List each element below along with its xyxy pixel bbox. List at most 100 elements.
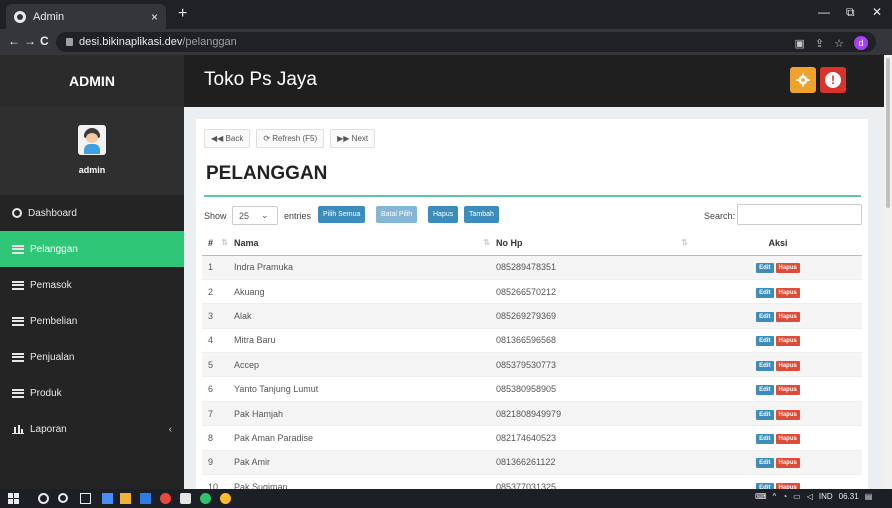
edit-button[interactable]: Edit (756, 287, 774, 298)
keyboard-icon[interactable]: ⌨ (755, 492, 767, 501)
sidebar-item-pembelian[interactable]: Pembelian (0, 303, 184, 339)
table-row: 6 Yanto Tanjung Lumut 085380958905 Edit Hapu… (202, 376, 862, 402)
delete-button[interactable]: Hapus (775, 409, 800, 420)
cell-aksi: Edit Hapus (694, 328, 862, 354)
url-field[interactable]: desi.bikinaplikasi.dev/pelanggan ▣ ⇪ ☆ d (56, 32, 876, 52)
cell-no: 4 (202, 328, 234, 354)
cell-no: 2 (202, 279, 234, 305)
profile-username: admin (78, 165, 106, 175)
edit-button[interactable]: Edit (756, 385, 774, 396)
task-view-icon[interactable] (80, 493, 91, 504)
app-icon[interactable] (180, 493, 191, 504)
language-indicator[interactable]: IND (819, 492, 833, 501)
file-explorer-icon[interactable] (120, 493, 131, 504)
column-header-no[interactable]: # ⇅ (202, 231, 234, 256)
page-size-select[interactable]: 25 ⌄ (232, 206, 278, 225)
share-icon[interactable]: ⇪ (815, 37, 824, 50)
start-icon[interactable] (8, 493, 19, 504)
delete-button[interactable]: Hapus (775, 263, 800, 274)
cell-no: 9 (202, 450, 234, 476)
cortana-icon[interactable] (58, 493, 68, 503)
search-icon[interactable] (38, 493, 49, 504)
scrollbar-thumb[interactable] (886, 58, 890, 208)
whatsapp-icon[interactable] (200, 493, 211, 504)
back-button[interactable]: ◀◀ Back (204, 129, 251, 148)
reload-button[interactable]: C (40, 34, 49, 48)
battery-icon[interactable]: ▭ (793, 492, 801, 501)
cell-hp: 085269279369 (496, 303, 694, 329)
tab-close-icon[interactable]: × (151, 10, 158, 24)
maximize-button[interactable]: ⧉ (846, 5, 855, 20)
delete-button[interactable]: Hapus (775, 311, 800, 322)
edit-button[interactable]: Edit (756, 409, 774, 420)
sidebar-item-pemasok[interactable]: Pemasok (0, 267, 184, 303)
cell-aksi: Edit Hapus (694, 376, 862, 402)
forward-nav-button[interactable]: → (24, 34, 36, 48)
app-icon[interactable] (140, 493, 151, 504)
cell-hp: 085289478351 (496, 255, 694, 280)
table-row: 5 Accep 085379530773 Edit Hapus (202, 352, 862, 378)
sidebar-item-laporan[interactable]: Laporan ‹ (0, 411, 184, 447)
alert-button[interactable]: ! (820, 67, 846, 93)
chevron-up-icon[interactable]: ^ (773, 492, 777, 501)
wifi-icon[interactable]: ◔ (782, 492, 787, 501)
back-nav-button[interactable]: ← (8, 34, 20, 48)
url-host: desi.bikinaplikasi.dev (79, 36, 183, 48)
chevron-down-icon: ⌄ (261, 210, 269, 220)
url-path: /pelanggan (182, 36, 237, 48)
edit-button[interactable]: Edit (756, 311, 774, 322)
title-divider (204, 195, 861, 197)
sidebar-item-penjualan[interactable]: Penjualan (0, 339, 184, 375)
app-header: Toko Ps Jaya ! (184, 55, 892, 107)
delete-button[interactable]: Hapus (775, 287, 800, 298)
app-icon[interactable] (102, 493, 113, 504)
translate-icon[interactable]: ▣ (795, 37, 805, 50)
delete-button[interactable]: Hapus (775, 385, 800, 396)
edit-button[interactable]: Edit (756, 263, 774, 274)
grid-icon (12, 244, 24, 254)
deselect-button[interactable]: Batal Pilih (376, 206, 418, 223)
delete-button[interactable]: Hapus (775, 433, 800, 444)
page-toolbar: ◀◀ Back ⟳ Refresh (F5) ▶▶ Next (204, 129, 376, 148)
cell-aksi: Edit Hapus (694, 401, 862, 427)
edit-button[interactable]: Edit (756, 458, 774, 469)
sidebar-item-dashboard[interactable]: Dashboard (0, 195, 184, 231)
sidebar-item-pelanggan[interactable]: Pelanggan (0, 231, 184, 267)
new-tab-button[interactable]: + (178, 5, 187, 23)
bulk-delete-button[interactable]: Hapus (428, 206, 459, 223)
search-input[interactable] (737, 204, 862, 225)
column-header-hp[interactable]: No Hp ⇅ (496, 231, 694, 256)
gear-icon (796, 73, 810, 87)
speaker-icon[interactable]: ◁ (807, 492, 813, 501)
edit-button[interactable]: Edit (756, 433, 774, 444)
window-close-button[interactable]: ✕ (872, 5, 882, 19)
add-button[interactable]: Tambah (464, 206, 499, 223)
cell-no: 6 (202, 376, 234, 402)
delete-button[interactable]: Hapus (775, 458, 800, 469)
profile-avatar[interactable]: d (854, 36, 868, 50)
table-header-row: # ⇅ Nama ⇅ No Hp ⇅ Aksi (202, 231, 862, 256)
cell-hp: 085380958905 (496, 376, 694, 402)
edit-button[interactable]: Edit (756, 336, 774, 347)
user-profile-panel: admin (0, 107, 184, 195)
address-bar-row: ← → C desi.bikinaplikasi.dev/pelanggan ▣… (0, 29, 892, 55)
cell-nama: Pak Sugiman (234, 474, 496, 489)
column-header-nama[interactable]: Nama ⇅ (234, 231, 496, 256)
table-row: 8 Pak Aman Paradise 082174640523 Edit Hapus (202, 425, 862, 451)
browser-tab[interactable]: Admin × (6, 4, 166, 29)
minimize-button[interactable]: — (818, 5, 830, 19)
app-icon[interactable] (160, 493, 171, 504)
refresh-button[interactable]: ⟳ Refresh (F5) (256, 129, 325, 148)
bookmark-star-icon[interactable]: ☆ (834, 37, 844, 50)
select-all-button[interactable]: Pilih Semua (318, 206, 366, 223)
delete-button[interactable]: Hapus (775, 336, 800, 347)
chrome-icon[interactable] (220, 493, 231, 504)
edit-button[interactable]: Edit (756, 360, 774, 371)
sidebar-item-produk[interactable]: Produk (0, 375, 184, 411)
clock[interactable]: 06.31 (839, 492, 859, 501)
customer-table: # ⇅ Nama ⇅ No Hp ⇅ Aksi 1 Indra Pramuka 08528… (202, 231, 862, 489)
settings-button[interactable] (790, 67, 816, 93)
delete-button[interactable]: Hapus (775, 360, 800, 371)
next-button[interactable]: ▶▶ Next (330, 129, 376, 148)
notification-icon[interactable]: ▤ (865, 492, 873, 501)
